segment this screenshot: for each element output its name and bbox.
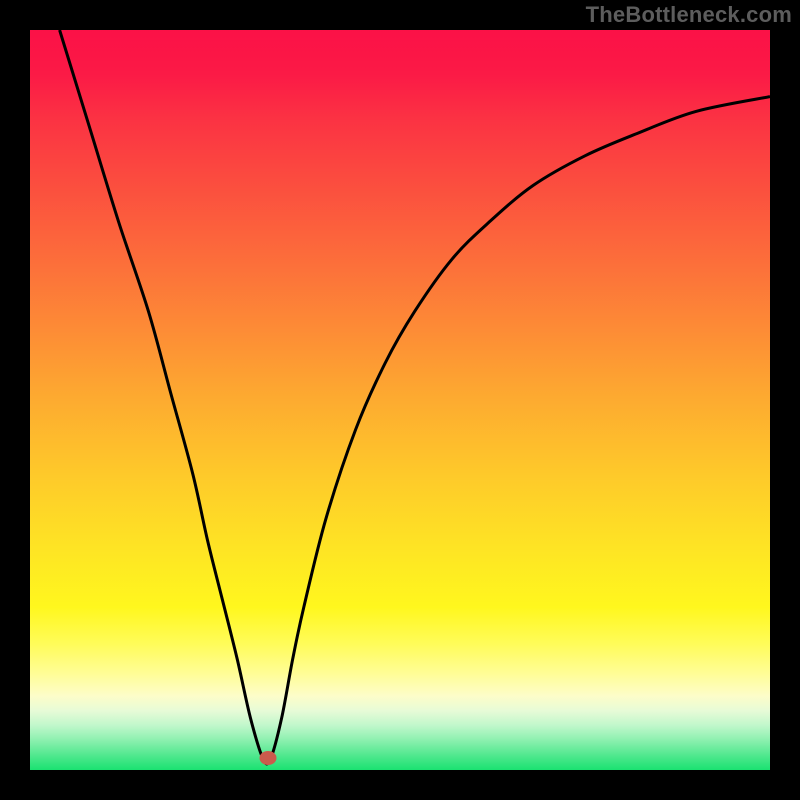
minimum-marker-icon (260, 751, 277, 765)
bottleneck-curve (60, 30, 770, 764)
curve-svg (30, 30, 770, 770)
watermark-text: TheBottleneck.com (586, 2, 792, 28)
plot-area (30, 30, 770, 770)
chart-frame: TheBottleneck.com (0, 0, 800, 800)
